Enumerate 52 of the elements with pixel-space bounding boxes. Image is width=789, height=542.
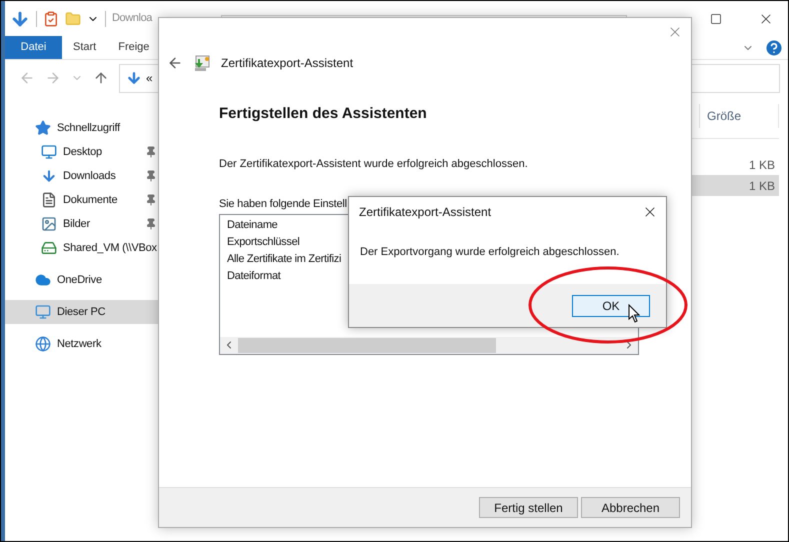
ok-button[interactable]: OK bbox=[572, 294, 650, 316]
wizard-title: Zertifikatexport-Assistent bbox=[221, 55, 354, 72]
ribbon-tab[interactable]: Datei bbox=[5, 36, 62, 59]
pin-icon[interactable] bbox=[145, 218, 157, 230]
file-row[interactable]: 1 KB bbox=[689, 154, 779, 175]
sidebar-item[interactable]: Bilder bbox=[5, 212, 162, 236]
settings-item: Dateiname bbox=[227, 218, 278, 232]
pin-icon[interactable] bbox=[145, 194, 157, 206]
computer-icon bbox=[35, 304, 51, 320]
clipboard-icon[interactable] bbox=[43, 10, 59, 26]
help-icon[interactable] bbox=[764, 38, 784, 58]
dialog-message: Der Exportvorgang wurde erfolgreich abgeschlossen. bbox=[359, 245, 620, 260]
sidebar-item[interactable]: Downloads bbox=[5, 164, 162, 188]
column-header[interactable]: Größe bbox=[699, 104, 779, 128]
ribbon-tab[interactable]: Freige bbox=[107, 36, 160, 59]
network-icon bbox=[35, 336, 51, 352]
wizard-button[interactable]: Fertig stellen bbox=[479, 497, 578, 518]
download-icon bbox=[41, 168, 57, 184]
file-row[interactable]: 1 KB bbox=[689, 175, 779, 196]
download-icon[interactable] bbox=[10, 8, 30, 28]
download-icon bbox=[126, 70, 142, 86]
document-icon bbox=[41, 192, 57, 208]
settings-item: Dateiformat bbox=[227, 268, 281, 284]
dialog-title: Zertifikatexport-Assistent bbox=[359, 204, 492, 220]
monitor-icon bbox=[41, 144, 57, 160]
star-icon bbox=[35, 120, 51, 136]
sidebar-item[interactable]: Shared_VM (\\VBox bbox=[5, 236, 162, 260]
wizard-heading: Fertigstellen des Assistenten bbox=[219, 104, 428, 124]
sidebar-item[interactable]: Desktop bbox=[5, 140, 162, 164]
up-icon[interactable] bbox=[93, 70, 109, 86]
window-title: Downloa bbox=[112, 11, 152, 26]
settings-item: Exportschlüssel bbox=[227, 234, 300, 250]
scrollbar-thumb[interactable] bbox=[238, 338, 496, 352]
pin-icon[interactable] bbox=[145, 146, 157, 158]
horizontal-scrollbar[interactable] bbox=[220, 336, 638, 354]
completion-message: Der Zertifikatexport-Assistent wurde erfolgreich abgeschlossen. bbox=[219, 156, 529, 172]
cursor-icon bbox=[628, 304, 640, 323]
cloud-icon bbox=[35, 272, 51, 288]
settings-label: Sie haben folgende Einstell bbox=[219, 197, 347, 212]
ribbon-tab[interactable]: Start bbox=[62, 36, 108, 59]
picture-icon bbox=[41, 216, 57, 232]
settings-item: Alle Zertifikate im Zertifizi bbox=[227, 252, 342, 266]
wizard-button[interactable]: Abbrechen bbox=[581, 497, 680, 518]
sidebar-item[interactable]: Netzwerk bbox=[5, 332, 162, 356]
maximize-icon[interactable] bbox=[710, 12, 722, 24]
sidebar-item[interactable]: Schnellzugriff bbox=[5, 116, 162, 140]
back-icon[interactable] bbox=[167, 55, 183, 71]
network-drive-icon bbox=[41, 240, 57, 256]
sidebar-item[interactable]: Dokumente bbox=[5, 188, 162, 212]
pin-icon[interactable] bbox=[145, 170, 157, 182]
certificate-icon bbox=[193, 54, 211, 72]
sidebar-item[interactable]: OneDrive bbox=[5, 268, 162, 292]
